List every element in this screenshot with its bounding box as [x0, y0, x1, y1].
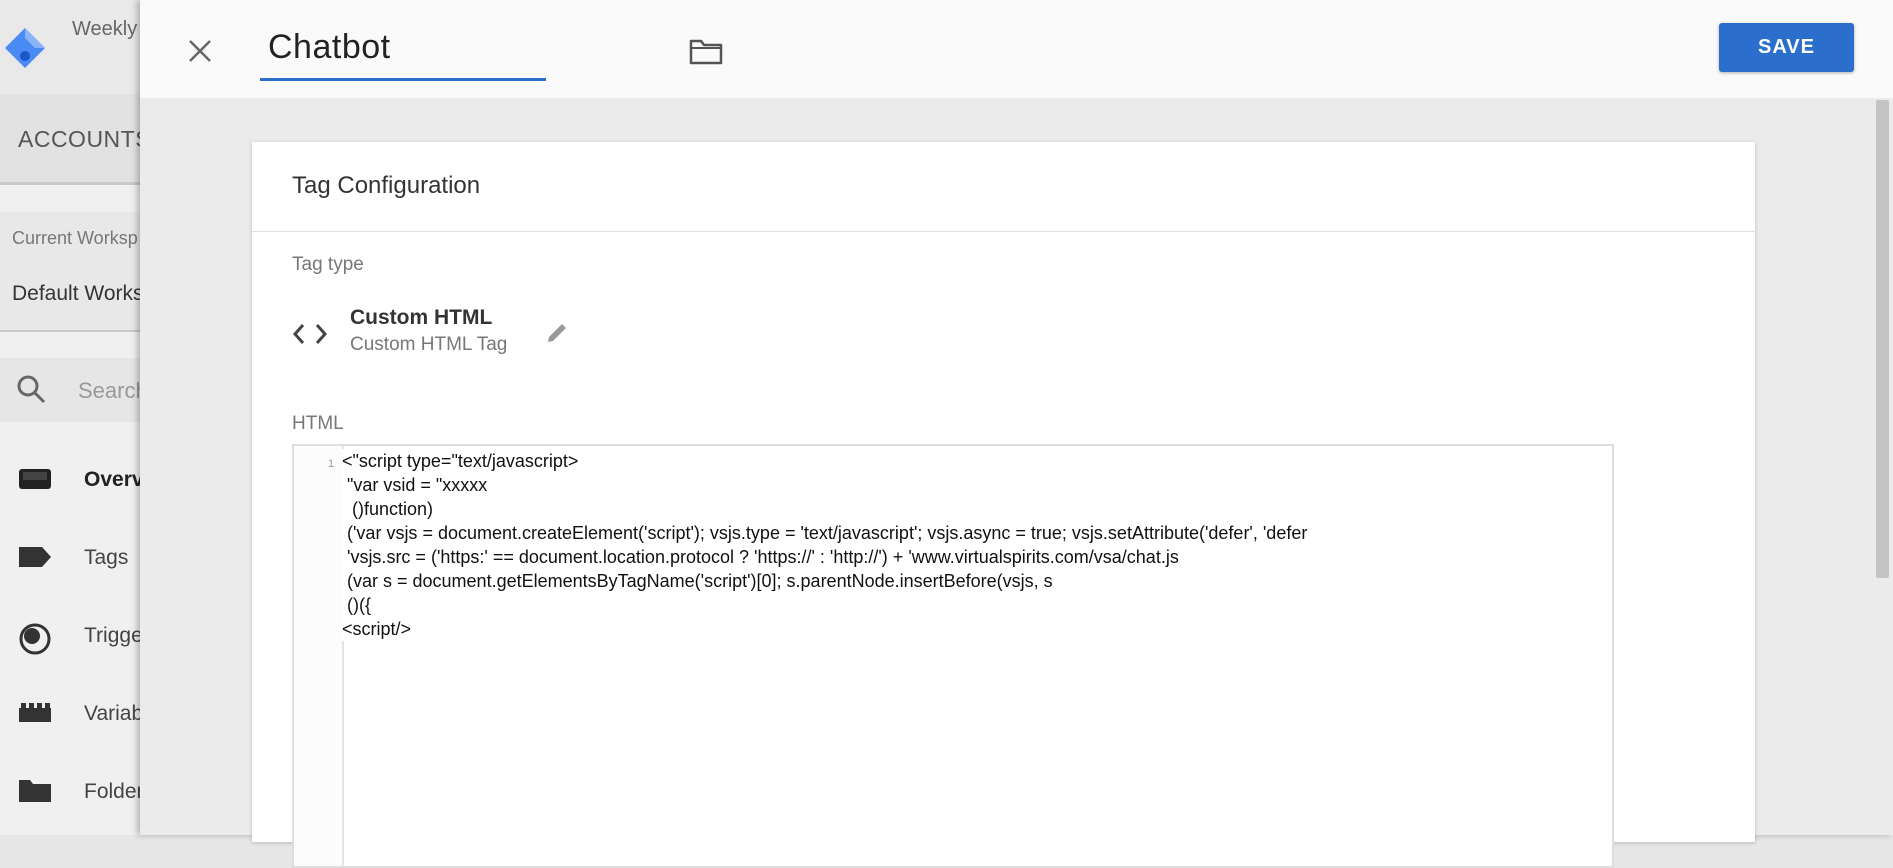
folder-icon[interactable]: [688, 34, 724, 68]
code-line: ()function): [342, 497, 1612, 521]
card-header: Tag Configuration: [252, 142, 1755, 232]
tag-name-value: Chatbot: [268, 28, 391, 66]
save-button[interactable]: SAVE: [1719, 23, 1854, 72]
sidebar-item-label: Variab: [84, 702, 144, 725]
workspace-label: Current Worksp: [12, 228, 138, 248]
tag-icon: [19, 547, 51, 567]
code-line: "var vsid = "xxxxx: [342, 473, 1612, 497]
folder-icon: [19, 780, 51, 802]
card-title: Tag Configuration: [292, 172, 481, 199]
code-line: ()({: [342, 593, 1612, 617]
html-code-editor[interactable]: 1 <"script type="text/javascript> "var v…: [292, 444, 1614, 868]
search-input[interactable]: Search: [78, 378, 148, 404]
code-brackets-icon: [292, 324, 328, 344]
tag-editor-header: Chatbot SAVE: [140, 0, 1893, 98]
close-icon[interactable]: [180, 31, 220, 71]
tag-type-name: Custom HTML: [350, 306, 493, 329]
sidebar-item-label: Folder: [84, 780, 144, 803]
account-name: Weekly: [72, 18, 138, 40]
search-icon: [17, 375, 46, 404]
trigger-icon: [19, 623, 51, 655]
workspace-value: Default Works: [12, 282, 144, 305]
line-number: 1: [328, 458, 335, 470]
sidebar-item-label: Trigge: [84, 624, 143, 647]
code-line: <script/>: [342, 617, 1612, 641]
sidebar-item-label: Overv: [84, 468, 144, 491]
code-line: <"script type="text/javascript>: [342, 449, 1612, 473]
tag-name-input[interactable]: Chatbot: [260, 22, 546, 81]
sidebar-item-label: Tags: [84, 546, 129, 569]
code-line: 'vsjs.src = ('https:' == document.locati…: [342, 545, 1612, 569]
html-label: HTML: [292, 413, 344, 434]
tag-configuration-card: Tag Configuration Tag type Custom HTML C…: [252, 142, 1755, 868]
tag-type-selector[interactable]: Custom HTML Custom HTML Tag: [292, 302, 792, 372]
variables-icon: [19, 703, 51, 722]
accounts-label: ACCOUNTS: [18, 126, 152, 152]
code-content: <"script type="text/javascript> "var vsi…: [342, 449, 1612, 641]
gtm-logo-icon: [5, 28, 45, 68]
tag-type-label: Tag type: [292, 254, 364, 275]
inbox-icon: [19, 469, 51, 489]
line-gutter: 1: [294, 446, 344, 866]
tag-type-subtitle: Custom HTML Tag: [350, 334, 508, 355]
code-line: (var s = document.getElementsByTagName('…: [342, 569, 1612, 593]
panel-scrollbar[interactable]: [1876, 100, 1889, 578]
pencil-icon[interactable]: [544, 320, 570, 346]
code-line: ('var vsjs = document.createElement('scr…: [342, 521, 1612, 545]
tag-editor-panel: Chatbot SAVE Tag Configuration Tag type …: [140, 0, 1893, 868]
